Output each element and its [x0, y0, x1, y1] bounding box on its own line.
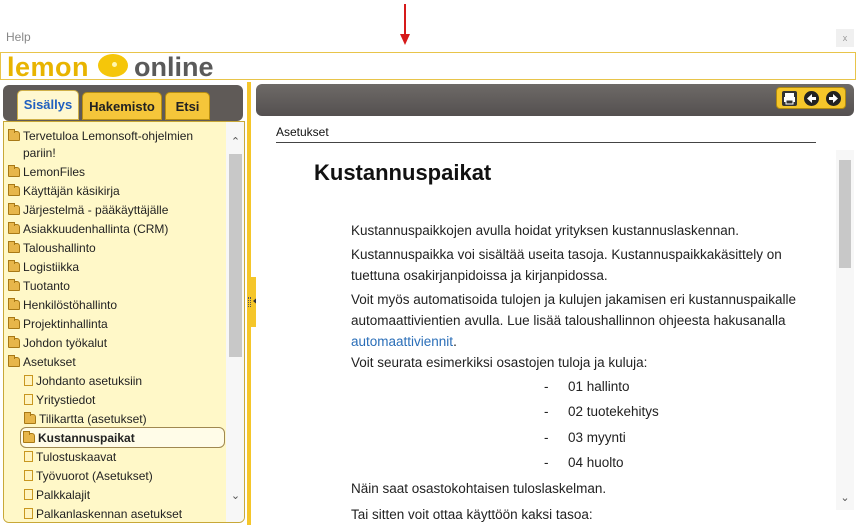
paragraph-two-levels: Tai sitten voit ottaa käyttöön kaksi tas… — [351, 507, 593, 522]
scroll-down-icon[interactable]: ⌄ — [226, 488, 244, 504]
tree-item-management-tools[interactable]: Johdon työkalut — [8, 333, 107, 352]
tree-item-print-templates[interactable]: Tulostuskaavat — [24, 447, 116, 466]
tree-item-hr[interactable]: Henkilöstöhallinto — [8, 295, 117, 314]
folder-open-icon — [23, 430, 35, 443]
tree-item-production[interactable]: Tuotanto — [8, 276, 70, 295]
page-title: Kustannuspaikat — [314, 160, 492, 185]
lemon-logo-icon — [98, 54, 128, 77]
list-item: -03 myynti — [544, 430, 626, 445]
folder-icon — [8, 316, 20, 329]
tree-item-pay-types[interactable]: Palkkalajit — [24, 485, 90, 504]
logo-bar: lemon online — [0, 52, 856, 82]
folder-icon — [8, 335, 20, 348]
breadcrumb-divider — [276, 142, 816, 143]
page-icon — [24, 375, 33, 387]
content-scrollbar-thumb[interactable] — [839, 160, 851, 268]
tree-item-chart-of-accounts[interactable]: Tilikartta (asetukset) — [24, 409, 147, 428]
tree-item-logistics[interactable]: Logistiikka — [8, 257, 79, 276]
contents-tree: Tervetuloa Lemonsoft-ohjelmien pariin! L… — [3, 121, 245, 523]
page-icon — [24, 508, 33, 520]
navigation-panel: Sisällys Hakemisto Etsi Tervetuloa Lemon… — [0, 82, 247, 525]
paragraph-automation: Voit myös automatisoida tulojen ja kuluj… — [351, 289, 826, 352]
tab-index[interactable]: Hakemisto — [82, 92, 162, 120]
arrow-right-icon — [829, 94, 838, 103]
automation-link[interactable]: automaattiviennit — [351, 334, 453, 349]
paragraph-result: Näin saat osastokohtaisen tuloslaskelman… — [351, 481, 607, 496]
list-item: -04 huolto — [544, 455, 624, 470]
tree-item-crm[interactable]: Asiakkuudenhallinta (CRM) — [8, 219, 168, 238]
folder-icon — [8, 278, 20, 291]
folder-icon — [8, 183, 20, 196]
page-icon — [24, 451, 33, 463]
page-icon — [24, 470, 33, 482]
tree-item-company-info[interactable]: Yritystiedot — [24, 390, 95, 409]
folder-icon — [8, 164, 20, 177]
tree-scrollbar[interactable]: ⌃ ⌄ — [226, 122, 244, 522]
forward-button[interactable] — [826, 91, 841, 106]
print-icon — [784, 93, 795, 105]
folder-icon — [8, 259, 20, 272]
tree-item-settings-intro[interactable]: Johdanto asetuksiin — [24, 371, 142, 390]
tab-strip: Sisällys Hakemisto Etsi — [3, 85, 243, 121]
top-bar: Help x — [0, 0, 856, 52]
folder-open-icon — [8, 354, 20, 367]
tree-item-system-admin[interactable]: Järjestelmä - pääkäyttäjälle — [8, 200, 168, 219]
list-item: -02 tuotekehitys — [544, 404, 659, 419]
back-button[interactable] — [804, 91, 819, 106]
folder-icon — [8, 221, 20, 234]
page-icon — [24, 394, 33, 406]
tree-item-user-manual[interactable]: Käyttäjän käsikirja — [8, 181, 120, 200]
scroll-up-icon[interactable]: ⌃ — [226, 134, 244, 150]
tree-scrollbar-thumb[interactable] — [229, 154, 242, 357]
toolbar-button-group — [776, 87, 846, 109]
red-arrow-down-icon — [400, 4, 410, 45]
tree-list: Tervetuloa Lemonsoft-ohjelmien pariin! L… — [4, 122, 226, 522]
tree-item-projects[interactable]: Projektinhallinta — [8, 314, 108, 333]
tab-search[interactable]: Etsi — [165, 92, 210, 120]
folder-icon — [8, 202, 20, 215]
tree-item-payroll-settings[interactable]: Palkanlaskennan asetukset — [24, 504, 182, 522]
content-scrollbar[interactable]: ⌄ — [836, 150, 854, 510]
tree-item-finance[interactable]: Taloushallinto — [8, 238, 96, 257]
page-icon — [24, 489, 33, 501]
paragraph-automation-end: . — [453, 334, 457, 349]
breadcrumb[interactable]: Asetukset — [276, 125, 329, 139]
tree-item-settings[interactable]: Asetukset — [8, 352, 76, 371]
list-item: -01 hallinto — [544, 379, 630, 394]
paragraph-levels: Kustannuspaikka voi sisältää useita taso… — [351, 247, 782, 283]
tree-item-lemonfiles[interactable]: LemonFiles — [8, 162, 85, 181]
tree-item-cost-centers[interactable]: Kustannuspaikat — [20, 427, 225, 448]
tree-item-welcome-cont[interactable]: pariin! — [23, 143, 56, 162]
close-button[interactable]: x — [836, 29, 854, 47]
folder-icon — [8, 297, 20, 310]
paragraph-departments: Voit seurata esimerkiksi osastojen tuloj… — [351, 355, 648, 370]
logo-lemon-text: lemon — [7, 52, 90, 82]
tree-item-welcome[interactable]: Tervetuloa Lemonsoft-ohjelmien — [8, 126, 193, 145]
folder-icon — [8, 128, 20, 141]
grip-icon — [248, 297, 251, 307]
content-pane: Asetukset Kustannuspaikat Kustannuspaikk… — [256, 118, 856, 525]
arrow-left-icon — [807, 94, 816, 103]
scroll-down-icon[interactable]: ⌄ — [836, 490, 854, 506]
paragraph-automation-text: Voit myös automatisoida tulojen ja kuluj… — [351, 292, 796, 328]
folder-icon — [24, 411, 36, 424]
content-toolbar — [256, 84, 854, 116]
help-menu[interactable]: Help — [6, 30, 31, 44]
folder-icon — [8, 240, 20, 253]
tab-contents[interactable]: Sisällys — [17, 90, 79, 120]
paragraph-intro: Kustannuspaikkojen avulla hoidat yrityks… — [351, 223, 739, 238]
logo-online-text: online — [134, 52, 214, 82]
print-button[interactable] — [782, 91, 797, 106]
tree-item-work-shifts[interactable]: Työvuorot (Asetukset) — [24, 466, 153, 485]
